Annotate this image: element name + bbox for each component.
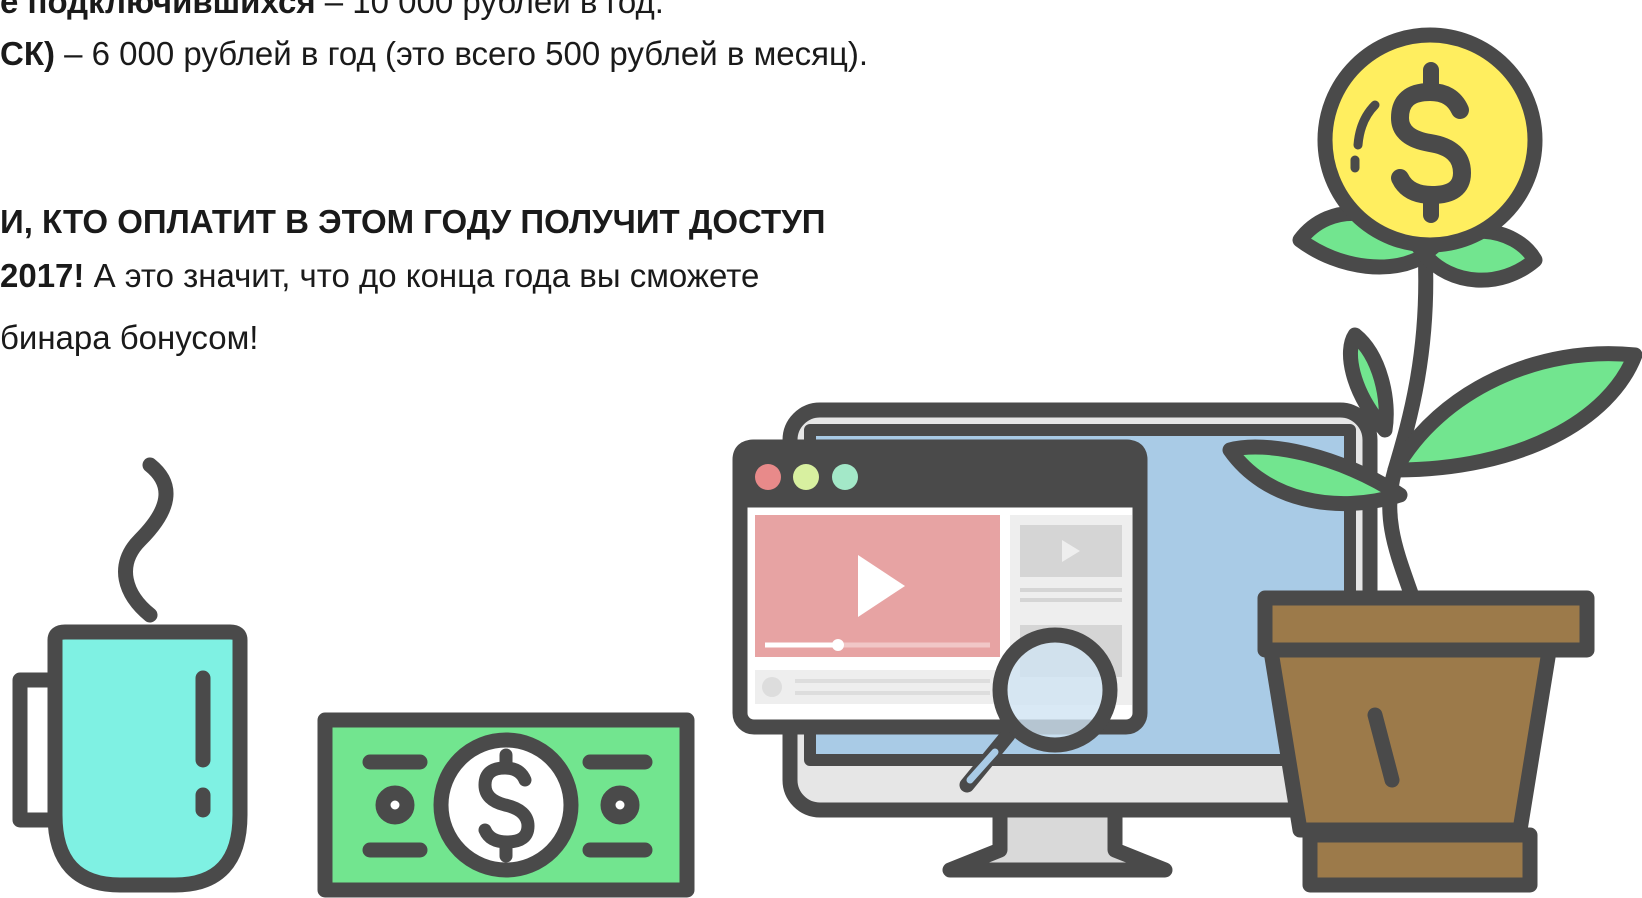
window-dot-red [755, 464, 781, 490]
window-dot-yellow [793, 464, 819, 490]
dollar-coin-icon [1317, 27, 1543, 253]
window-dot-green [832, 464, 858, 490]
video-player [755, 515, 1000, 704]
illustration [12, 27, 1642, 898]
cash-icon [317, 712, 695, 898]
mug-icon [12, 457, 248, 893]
